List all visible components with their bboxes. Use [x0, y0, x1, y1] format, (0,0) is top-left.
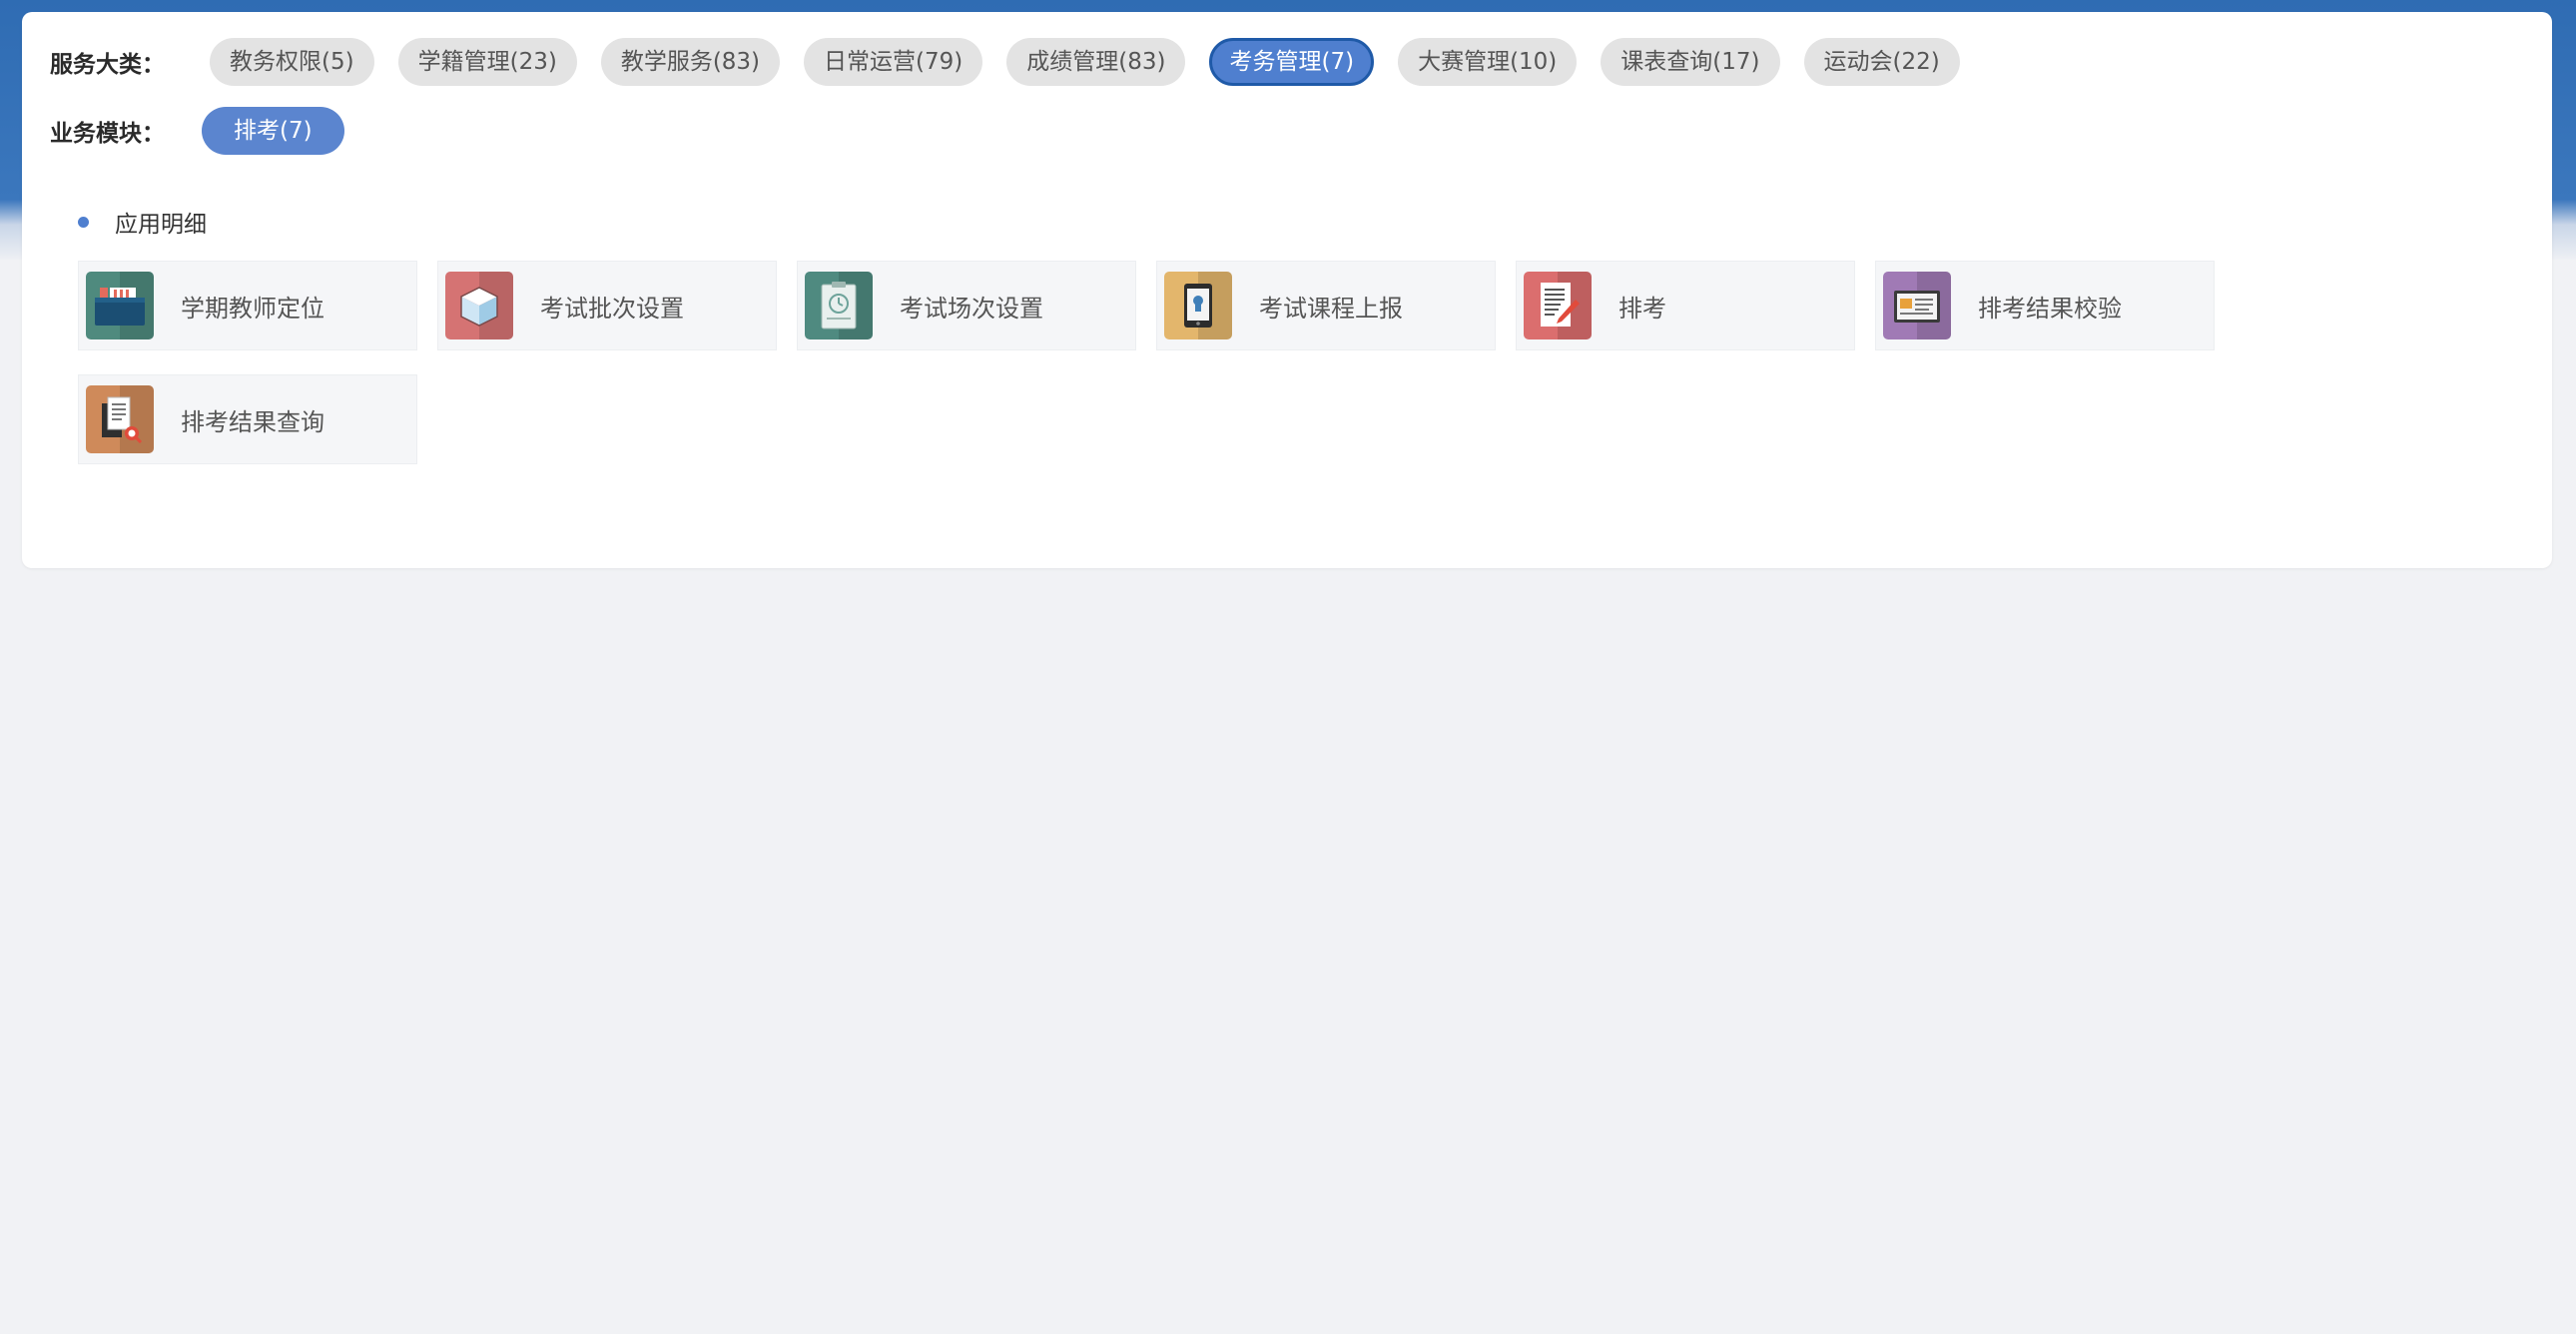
app-tile-kaoshi-changci-shezhi[interactable]: 考试场次设置	[797, 261, 1136, 350]
folder-icon	[86, 272, 154, 339]
tablet-icon	[1164, 272, 1232, 339]
module-filter-row: 业务模块： 排考(7)	[50, 107, 368, 155]
category-pill-dasai-guanli[interactable]: 大赛管理(10)	[1398, 38, 1578, 86]
category-filter-row: 服务大类： 教务权限(5) 学籍管理(23) 教学服务(83) 日常运营(79)…	[50, 38, 1984, 86]
document-search-icon	[86, 385, 154, 453]
app-tile-paikao-jieguo-jiaoyan[interactable]: 排考结果校验	[1875, 261, 2215, 350]
document-pen-icon	[1524, 272, 1592, 339]
category-pill-kebiao-chaxun[interactable]: 课表查询(17)	[1601, 38, 1780, 86]
screen-card-icon	[1883, 272, 1951, 339]
app-label: 考试课程上报	[1259, 294, 1403, 323]
category-pill-jiaowu-quanxian[interactable]: 教务权限(5)	[210, 38, 374, 86]
section-title: 应用明细	[78, 206, 207, 238]
app-tile-paikao-jieguo-chaxun[interactable]: 排考结果查询	[78, 374, 417, 464]
bullet-dot	[78, 216, 89, 228]
app-tile-xueqi-jiaoshi-dingwei[interactable]: 学期教师定位	[78, 261, 417, 350]
section-title-text: 应用明细	[115, 212, 207, 238]
app-tile-kaoshi-kecheng-shangbao[interactable]: 考试课程上报	[1156, 261, 1496, 350]
app-label: 排考	[1618, 294, 1666, 323]
category-pill-richang-yunying[interactable]: 日常运营(79)	[804, 38, 983, 86]
app-label: 排考结果查询	[181, 407, 324, 436]
module-label: 业务模块：	[50, 121, 165, 147]
cube-icon	[445, 272, 513, 339]
service-panel: 服务大类： 教务权限(5) 学籍管理(23) 教学服务(83) 日常运营(79)…	[22, 12, 2552, 568]
category-pill-chengji-guanli[interactable]: 成绩管理(83)	[1006, 38, 1186, 86]
category-pill-yundonghui[interactable]: 运动会(22)	[1803, 38, 1960, 86]
app-grid: 学期教师定位 考试批次设置 考试场次设置 考试课程上报 排考 排考结果校验 排考…	[78, 261, 2215, 464]
clipboard-clock-icon	[805, 272, 873, 339]
category-pill-kaowu-guanli[interactable]: 考务管理(7)	[1209, 38, 1375, 86]
category-pill-xueji-guanli[interactable]: 学籍管理(23)	[397, 38, 577, 86]
app-label: 考试场次设置	[900, 294, 1043, 323]
app-label: 学期教师定位	[181, 294, 324, 323]
app-tile-paikao[interactable]: 排考	[1516, 261, 1855, 350]
category-label: 服务大类：	[50, 52, 165, 78]
app-label: 排考结果校验	[1978, 294, 2122, 323]
category-pill-jiaoxue-fuwu[interactable]: 教学服务(83)	[600, 38, 781, 86]
app-label: 考试批次设置	[540, 294, 684, 323]
module-pill-paikao[interactable]: 排考(7)	[202, 107, 344, 155]
app-tile-kaoshi-pici-shezhi[interactable]: 考试批次设置	[437, 261, 777, 350]
